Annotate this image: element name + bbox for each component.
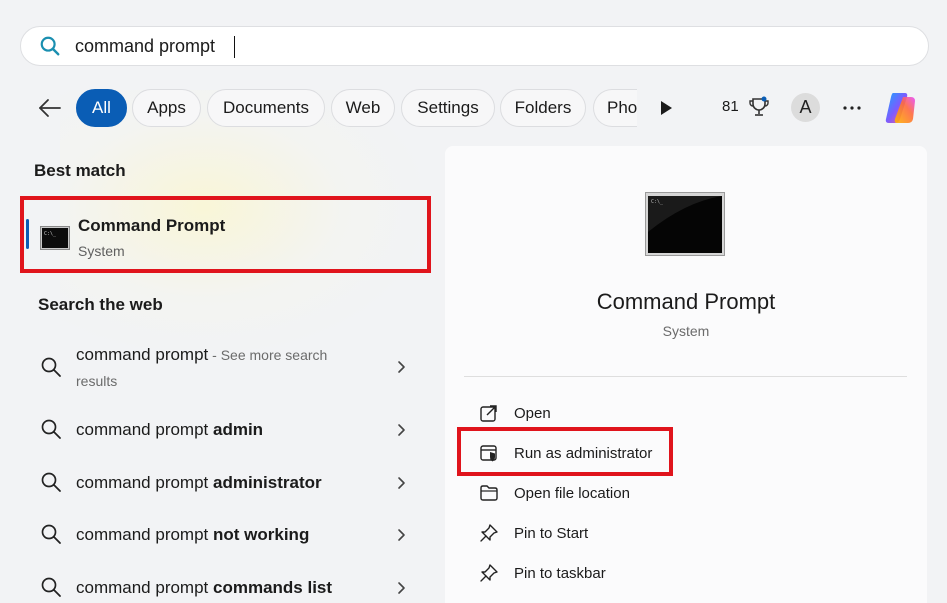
web-suggestion-item[interactable]: command prompt not working bbox=[22, 522, 422, 548]
web-suggestion-text: command prompt commands list bbox=[76, 578, 333, 597]
best-match-title: Command Prompt bbox=[78, 216, 226, 235]
copilot-icon[interactable] bbox=[881, 88, 921, 128]
best-match-command-prompt[interactable]: C:\_ Command Prompt System bbox=[20, 196, 431, 273]
web-suggestion-text: command prompt not working bbox=[76, 525, 310, 544]
back-arrow-icon[interactable] bbox=[36, 94, 64, 122]
search-icon bbox=[41, 357, 61, 377]
action-label: Open bbox=[514, 405, 551, 422]
search-input[interactable] bbox=[75, 31, 775, 61]
filter-chip-apps[interactable]: Apps bbox=[132, 89, 201, 127]
chevron-right-icon bbox=[398, 477, 405, 489]
filter-chip-settings[interactable]: Settings bbox=[401, 89, 495, 127]
web-suggestion-item[interactable]: command prompt commands list bbox=[22, 575, 422, 601]
command-prompt-icon: C:\_ bbox=[40, 226, 70, 250]
action-label: Pin to taskbar bbox=[514, 565, 606, 582]
pin-icon bbox=[480, 524, 498, 542]
account-avatar[interactable]: A bbox=[791, 93, 820, 122]
search-icon bbox=[40, 36, 60, 56]
chevron-right-icon bbox=[398, 529, 405, 541]
open-external-icon bbox=[480, 405, 497, 422]
chevron-right-icon bbox=[398, 424, 405, 436]
web-suggestion-item[interactable]: command prompt admin bbox=[22, 417, 422, 443]
search-web-heading: Search the web bbox=[38, 295, 163, 314]
search-icon bbox=[41, 524, 61, 544]
svg-text:C:\_: C:\_ bbox=[651, 199, 664, 205]
details-divider bbox=[464, 376, 907, 377]
action-label: Open file location bbox=[514, 485, 630, 502]
action-pin-to-taskbar[interactable]: Pin to taskbar bbox=[475, 561, 775, 589]
highlight-box-run-as-administrator bbox=[457, 427, 673, 476]
search-icon bbox=[41, 577, 61, 597]
selection-indicator bbox=[26, 219, 29, 249]
chevron-right-icon bbox=[398, 361, 405, 373]
trophy-icon[interactable] bbox=[747, 95, 771, 119]
action-open[interactable]: Open bbox=[475, 401, 775, 429]
filter-chip-all[interactable]: All bbox=[76, 89, 127, 127]
action-pin-to-start[interactable]: Pin to Start bbox=[475, 521, 775, 549]
chevron-right-icon bbox=[398, 582, 405, 594]
filter-chip-web[interactable]: Web bbox=[331, 89, 395, 127]
details-panel: C:\_ Command Prompt System Open Run as a… bbox=[445, 146, 927, 603]
more-options-icon[interactable] bbox=[840, 96, 864, 120]
best-match-heading: Best match bbox=[34, 161, 126, 180]
filter-bar: All Apps Documents Web Settings Folders … bbox=[0, 86, 947, 130]
filter-chip-documents[interactable]: Documents bbox=[207, 89, 325, 127]
web-suggestion-item[interactable]: command prompt - See more search results bbox=[22, 340, 422, 396]
rewards-points: 81 bbox=[722, 98, 739, 115]
web-suggestion-text: command prompt - See more search results bbox=[76, 345, 328, 389]
web-suggestion-text: command prompt administrator bbox=[76, 473, 322, 492]
web-suggestion-text: command prompt admin bbox=[76, 420, 264, 439]
details-subtitle: System bbox=[662, 323, 710, 339]
action-label: Pin to Start bbox=[514, 525, 589, 542]
text-caret bbox=[234, 36, 235, 58]
search-bar[interactable] bbox=[20, 26, 929, 66]
command-prompt-large-icon: C:\_ bbox=[645, 192, 725, 256]
pin-icon bbox=[480, 564, 498, 582]
search-icon bbox=[41, 419, 61, 439]
search-icon bbox=[41, 472, 61, 492]
details-title: Command Prompt bbox=[596, 289, 776, 314]
folder-icon bbox=[480, 485, 498, 501]
best-match-subtitle: System bbox=[78, 243, 125, 259]
action-open-file-location[interactable]: Open file location bbox=[475, 481, 775, 509]
web-suggestion-item[interactable]: command prompt administrator bbox=[22, 470, 422, 496]
filter-chip-folders[interactable]: Folders bbox=[500, 89, 586, 127]
svg-text:C:\_: C:\_ bbox=[44, 231, 57, 237]
filter-chip-photos[interactable]: Pho bbox=[593, 89, 637, 127]
scroll-right-icon[interactable] bbox=[656, 98, 676, 118]
